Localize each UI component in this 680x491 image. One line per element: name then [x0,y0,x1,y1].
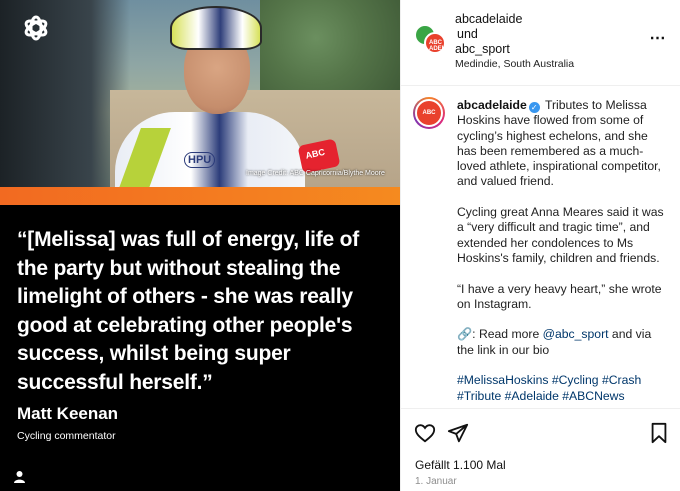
avatar-abcadelaide[interactable]: ABC ADELAIDE [424,32,460,54]
post-date[interactable]: 1. Januar [415,476,457,487]
share-send-icon[interactable] [447,422,469,444]
caption-paragraph-4-prefix: 🔗: Read more [457,327,543,342]
post-panel: ABC ADELAIDE abcadelaide und abc_sport M… [400,0,680,491]
caption-paragraph-2: Cycling great Anna Meares said it was a … [457,205,664,265]
quote-author-role: Cycling commentator [17,430,116,442]
collab-joiner: und [457,27,478,41]
action-bar [401,422,680,446]
caption-section: ABC ADELAIDE abcadelaide ✓ Tributes to Me… [401,87,680,409]
like-heart-icon[interactable] [414,422,436,444]
quote-author: Matt Keenan [17,404,119,423]
more-options-icon[interactable]: ⋯ [649,30,667,48]
caption-avatar[interactable]: ABC ADELAIDE [413,97,448,140]
post-header: ABC ADELAIDE abcadelaide und abc_sport M… [401,0,680,86]
verified-badge-icon: ✓ [528,102,540,113]
post-image[interactable]: HPU ABC Image Credit: ABC Capricornia/Bl… [0,0,400,491]
jersey-logo: HPU [184,152,216,168]
caption-text: abcadelaide ✓ Tributes to Melissa Hoskins… [457,98,669,408]
caption-avatar-label: ABC ADELAIDE [415,99,448,140]
orange-divider [0,187,400,205]
mic-label: ABC [304,146,326,161]
photo-trees [260,0,400,95]
caption-username[interactable]: abcadelaide [457,98,527,112]
location-link[interactable]: Medindie, South Australia [455,58,574,70]
cycling-helmet [170,6,262,50]
quote-text: “[Melissa] was full of energy, life of t… [17,228,360,394]
account-name-1[interactable]: abcadelaide [455,12,522,26]
likes-count[interactable]: Gefällt 1.100 Mal [415,458,506,472]
cyclist-photo: HPU ABC Image Credit: ABC Capricornia/Bl… [0,0,400,187]
save-bookmark-icon[interactable] [649,422,669,444]
mention-link[interactable]: @abc_sport [543,327,609,341]
image-credit: Image Credit: ABC Capricornia/Blythe Moo… [246,170,385,177]
caption-paragraph-3: “I have a very heavy heart,” she wrote o… [457,281,662,311]
collab-avatars[interactable]: ABC ADELAIDE [414,24,460,56]
tagged-user-icon[interactable] [13,470,26,483]
account-name-2[interactable]: abc_sport [455,42,510,56]
hashtag-links[interactable]: #MelissaHoskins #Cycling #Crash #Tribute… [457,373,669,404]
abc-logo-icon [24,15,48,41]
